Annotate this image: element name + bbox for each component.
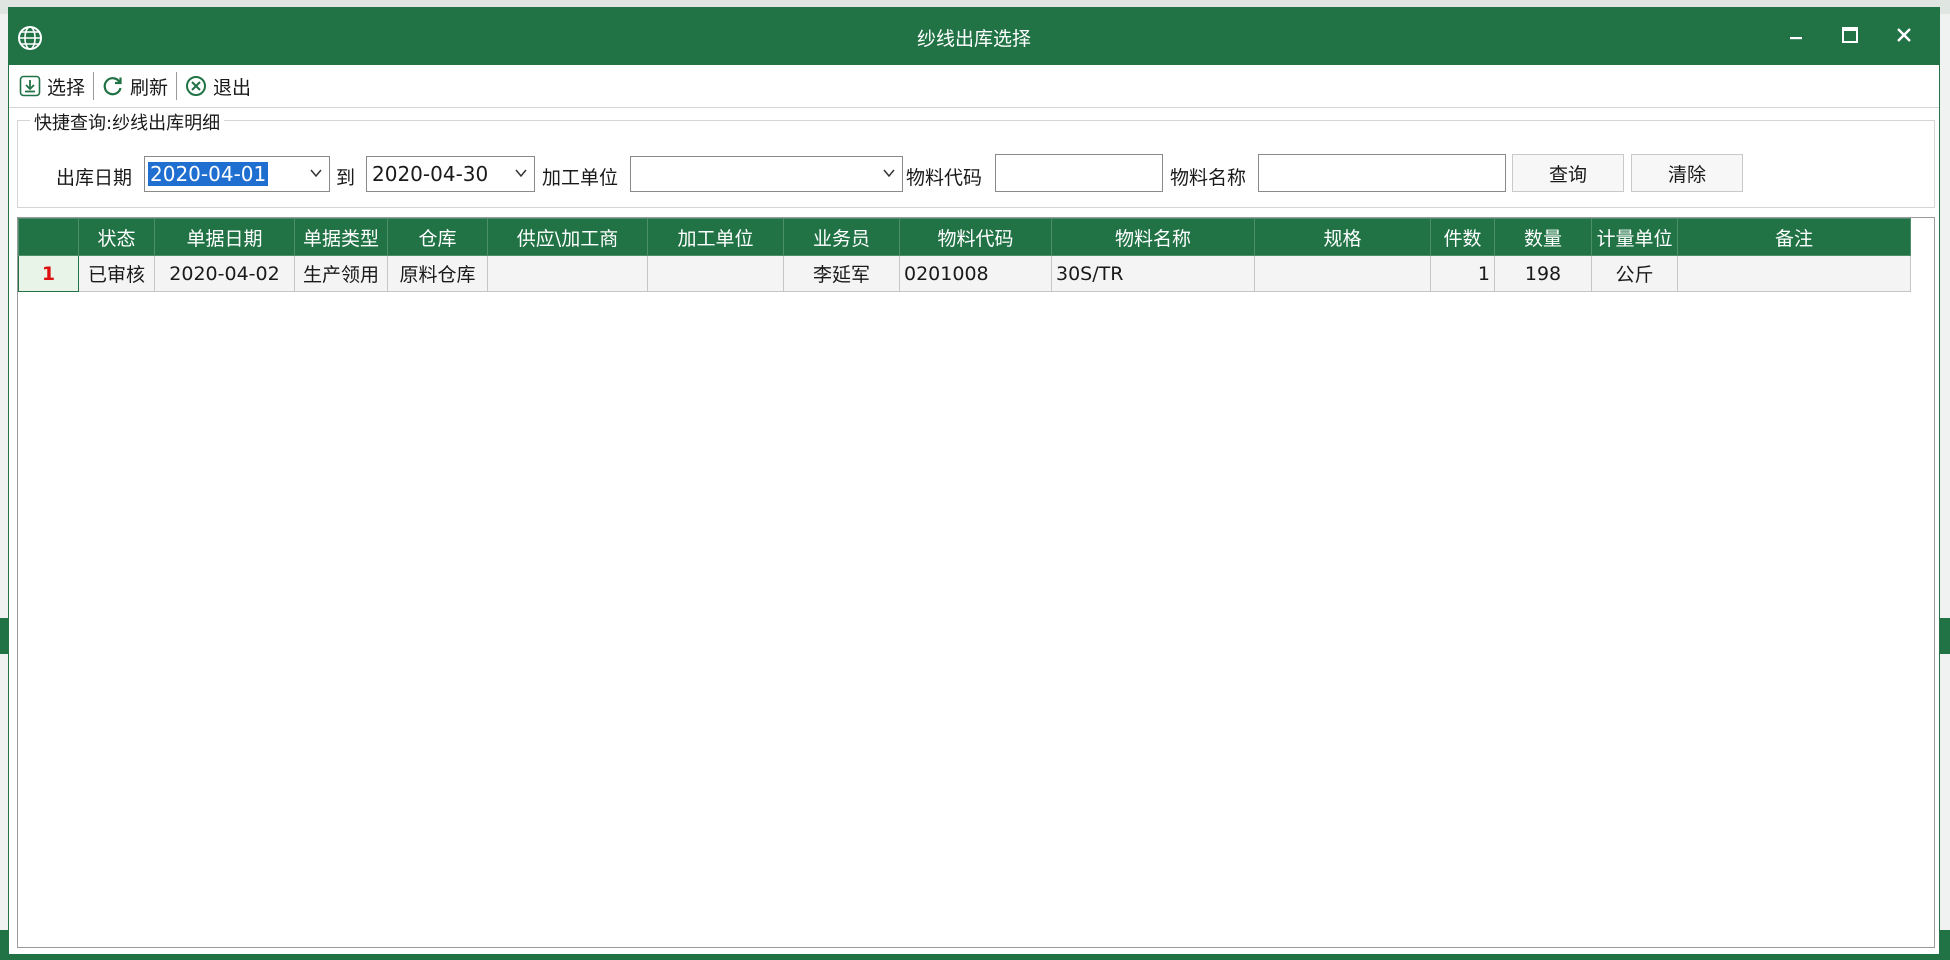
processing-unit-label: 加工单位 <box>542 167 619 189</box>
yarn-outbound-select-dialog: 纱线出库选择 选择 刷新 退出 快捷查询:纱线出库明细 出库日期 2020-04… <box>8 7 1940 955</box>
column-header-pieces[interactable]: 件数 <box>1430 218 1495 256</box>
column-header-remarks[interactable]: 备注 <box>1677 218 1911 256</box>
column-header-processing-unit[interactable]: 加工单位 <box>647 218 784 256</box>
toolbar: 选择 刷新 退出 <box>9 65 1939 108</box>
column-header-spec[interactable]: 规格 <box>1254 218 1431 256</box>
date-from-combo[interactable]: 2020-04-01 <box>144 156 330 192</box>
date-from-value: 2020-04-01 <box>148 162 269 186</box>
column-header-rownum[interactable] <box>18 218 79 256</box>
window-title: 纱线出库选择 <box>916 28 1031 50</box>
to-label: 到 <box>336 167 356 189</box>
circle-x-icon <box>186 76 207 96</box>
processing-unit-cell[interactable] <box>647 255 784 292</box>
clear-button[interactable]: 清除 <box>1631 154 1743 192</box>
refresh-button-label: 刷新 <box>130 76 169 99</box>
quick-query-group: 快捷查询:纱线出库明细 出库日期 2020-04-01 到 2020-04-30… <box>17 109 1935 208</box>
chevron-down-icon <box>515 169 527 178</box>
quantity-cell[interactable]: 198 <box>1494 255 1592 292</box>
minimize-icon <box>1790 37 1802 40</box>
download-icon <box>19 75 41 97</box>
column-header-status[interactable]: 状态 <box>78 218 155 256</box>
exit-button[interactable]: 退出 <box>181 69 255 103</box>
spec-cell[interactable] <box>1254 255 1431 292</box>
grid-header-row: 状态 单据日期 单据类型 仓库 供应\加工商 加工单位 业务员 物料代码 物料名… <box>18 218 1911 256</box>
toolbar-separator <box>93 72 95 100</box>
close-button[interactable] <box>1884 18 1924 52</box>
doc-type-cell[interactable]: 生产领用 <box>294 255 388 292</box>
processing-unit-combo[interactable] <box>630 156 903 192</box>
column-header-material-code[interactable]: 物料代码 <box>899 218 1052 256</box>
material-code-input[interactable] <box>995 154 1163 192</box>
doc-date-cell[interactable]: 2020-04-02 <box>154 255 295 292</box>
refresh-icon <box>103 77 122 96</box>
remarks-cell[interactable] <box>1677 255 1911 292</box>
quick-query-legend: 快捷查询:纱线出库明细 <box>30 109 225 135</box>
material-name-input[interactable] <box>1258 154 1506 192</box>
select-button[interactable]: 选择 <box>15 69 89 103</box>
unit-cell[interactable]: 公斤 <box>1591 255 1678 292</box>
date-to-value: 2020-04-30 <box>372 162 489 186</box>
date-to-combo[interactable]: 2020-04-30 <box>366 156 535 192</box>
minimize-button[interactable] <box>1776 18 1816 52</box>
table-row[interactable]: 1 已审核 2020-04-02 生产领用 原料仓库 李延军 0201008 3… <box>18 255 1911 292</box>
outbound-date-label: 出库日期 <box>56 167 133 189</box>
results-grid: 状态 单据日期 单据类型 仓库 供应\加工商 加工单位 业务员 物料代码 物料名… <box>18 218 1911 292</box>
column-header-unit[interactable]: 计量单位 <box>1591 218 1678 256</box>
salesperson-cell[interactable]: 李延军 <box>783 255 900 292</box>
select-button-label: 选择 <box>47 76 86 99</box>
column-header-material-name[interactable]: 物料名称 <box>1051 218 1255 256</box>
column-header-quantity[interactable]: 数量 <box>1494 218 1592 256</box>
pieces-cell[interactable]: 1 <box>1430 255 1495 292</box>
column-header-warehouse[interactable]: 仓库 <box>387 218 488 256</box>
title-bar[interactable]: 纱线出库选择 <box>9 8 1939 65</box>
column-header-supplier[interactable]: 供应\加工商 <box>487 218 648 256</box>
maximize-icon <box>1842 27 1858 43</box>
supplier-cell[interactable] <box>487 255 648 292</box>
exit-button-label: 退出 <box>213 76 252 99</box>
refresh-button[interactable]: 刷新 <box>98 69 172 103</box>
close-icon <box>1897 28 1911 42</box>
material-name-cell[interactable]: 30S/TR <box>1051 255 1255 292</box>
status-cell[interactable]: 已审核 <box>78 255 155 292</box>
chevron-down-icon <box>310 169 322 178</box>
warehouse-cell[interactable]: 原料仓库 <box>387 255 488 292</box>
row-number-cell[interactable]: 1 <box>18 255 79 292</box>
material-code-cell[interactable]: 0201008 <box>899 255 1052 292</box>
results-grid-container: 状态 单据日期 单据类型 仓库 供应\加工商 加工单位 业务员 物料代码 物料名… <box>17 217 1935 948</box>
toolbar-separator <box>176 72 178 100</box>
column-header-salesperson[interactable]: 业务员 <box>783 218 900 256</box>
column-header-doc-type[interactable]: 单据类型 <box>294 218 388 256</box>
material-name-label: 物料名称 <box>1170 167 1247 189</box>
search-button[interactable]: 查询 <box>1512 154 1624 192</box>
column-header-doc-date[interactable]: 单据日期 <box>154 218 295 256</box>
chevron-down-icon <box>883 169 895 178</box>
material-code-label: 物料代码 <box>906 167 983 189</box>
maximize-button[interactable] <box>1830 18 1870 52</box>
